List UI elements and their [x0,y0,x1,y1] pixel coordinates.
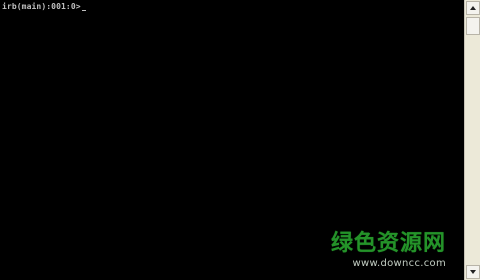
text-cursor [81,10,86,11]
console-output[interactable]: irb(main):001:0> 绿色资源网 www.downcc.com [0,0,464,280]
scroll-down-button[interactable] [466,265,480,279]
scroll-thumb[interactable] [466,17,480,35]
watermark-title: 绿色资源网 [330,231,446,256]
watermark-url: www.downcc.com [352,258,446,269]
chevron-up-icon [470,6,476,10]
console-window: irb(main):001:0> 绿色资源网 www.downcc.com [0,0,480,280]
prompt-line: irb(main):001:0> [2,1,86,13]
vertical-scrollbar[interactable] [464,0,480,280]
irb-prompt: irb(main):001:0> [2,2,81,11]
chevron-down-icon [470,270,476,274]
watermark: 绿色资源网 www.downcc.com [316,232,446,270]
scroll-up-button[interactable] [466,1,480,15]
